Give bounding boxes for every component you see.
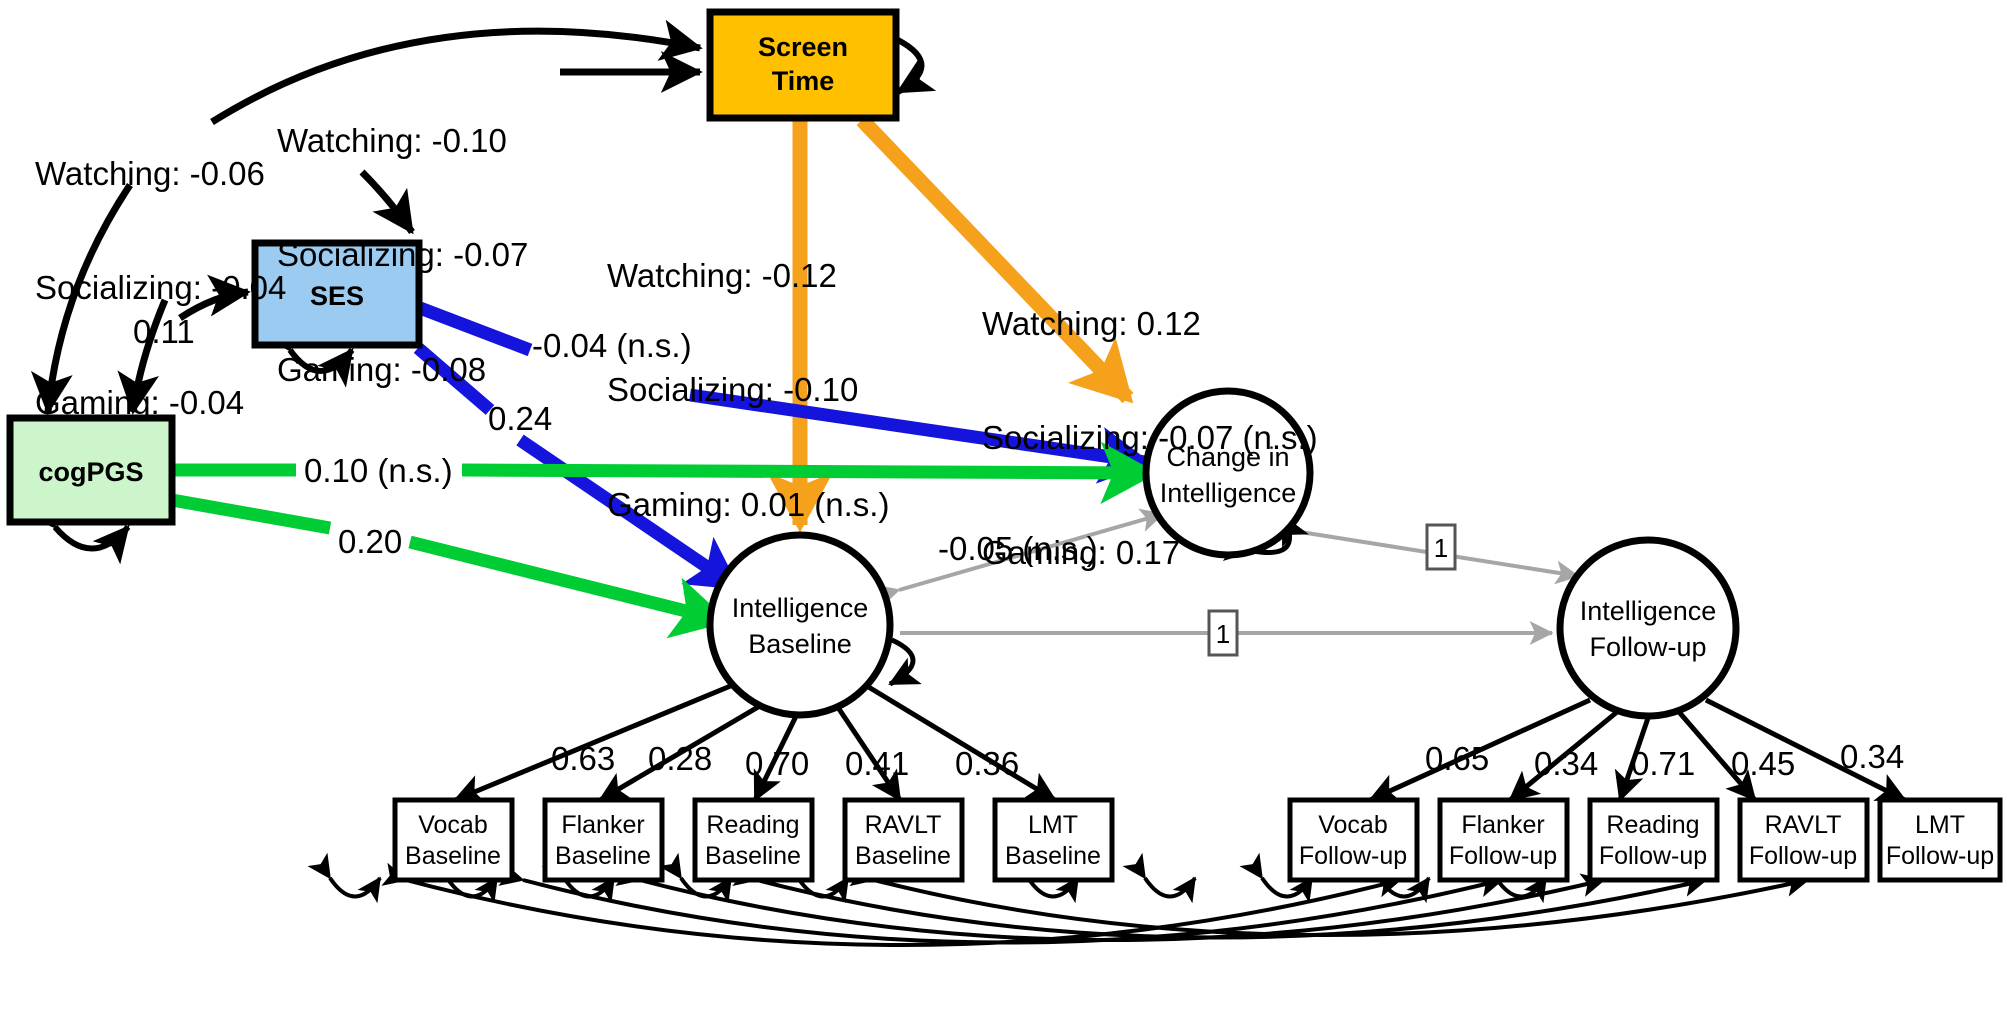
label-cogpgs-to-intelligence-baseline: 0.20	[338, 523, 403, 560]
indicator-label-line1: Reading	[706, 811, 799, 839]
indicator-label-line1: RAVLT	[1765, 811, 1842, 839]
loading-label-flanker-baseline: 0.28	[648, 740, 713, 777]
label-baseline-change-covariance: -0.05 (n.s.)	[938, 530, 1098, 567]
label-line: Watching: 0.12	[982, 304, 1201, 342]
label-ses-cogpgs-covariance: 0.11	[133, 313, 195, 350]
indicator-label-line2: Baseline	[855, 842, 951, 870]
label-line: Watching: -0.12	[607, 256, 837, 294]
label-ses-to-intelligence-baseline: 0.24	[488, 400, 553, 437]
indicator-label-line2: Baseline	[1005, 842, 1101, 870]
indicator-label-line1: Flanker	[561, 811, 644, 839]
loading-label-ravlt-followup: 0.45	[1731, 745, 1796, 782]
indicator-box-ravlt-baseline[interactable]: RAVLT Baseline	[842, 797, 965, 883]
label-line: Socializing: -0.10	[607, 371, 859, 409]
indicator-label-line1: LMT	[1028, 811, 1078, 839]
loading-label-lmt-baseline: 0.36	[955, 745, 1020, 782]
indicator-box-lmt-baseline[interactable]: LMT Baseline	[992, 797, 1115, 883]
latent-box-screen-time[interactable]: Screen Time	[706, 8, 900, 122]
intelligence-followup-label-line2: Follow-up	[1589, 632, 1706, 662]
loading-label-vocab-followup: 0.65	[1425, 740, 1490, 777]
indicator-box-ravlt-followup[interactable]: RAVLT Follow-up	[1737, 797, 1870, 883]
indicator-label-line1: Vocab	[1318, 811, 1388, 839]
indicator-label-line1: LMT	[1915, 811, 1965, 839]
indicator-label-line2: Follow-up	[1299, 842, 1407, 870]
loading-label-ravlt-baseline: 0.41	[845, 745, 910, 782]
label-line: Gaming: -0.04	[35, 384, 245, 422]
indicator-label-line2: Follow-up	[1599, 842, 1707, 870]
loading-label-reading-baseline: 0.70	[745, 745, 810, 782]
indicator-label-line1: RAVLT	[865, 811, 942, 839]
label-line: Socializing: -0.07	[277, 236, 529, 274]
fixed-loading-badge-change-to-followup: 1	[1425, 523, 1457, 571]
label-line: Watching: -0.10	[277, 121, 507, 159]
indicator-box-flanker-followup[interactable]: Flanker Follow-up	[1437, 797, 1570, 883]
indicator-label-line1: Reading	[1606, 811, 1699, 839]
indicator-box-lmt-followup[interactable]: LMT Follow-up	[1877, 797, 2003, 883]
label-cogpgs-to-screentime: Watching: -0.06 Socializing: -0.04 Gamin…	[35, 78, 286, 461]
indicator-label-line1: Vocab	[418, 811, 488, 839]
indicator-label-line2: Baseline	[555, 842, 651, 870]
label-line: Socializing: -0.04	[35, 269, 287, 307]
indicator-box-vocab-baseline[interactable]: Vocab Baseline	[392, 797, 515, 883]
indicator-label-line1: Flanker	[1461, 811, 1544, 839]
indicator-label-line2: Baseline	[705, 842, 801, 870]
indicator-box-vocab-followup[interactable]: Vocab Follow-up	[1287, 797, 1420, 883]
intelligence-baseline-label-line2: Baseline	[748, 629, 852, 659]
indicator-box-flanker-baseline[interactable]: Flanker Baseline	[542, 797, 665, 883]
fixed-loading-badge-baseline-to-followup: 1	[1207, 609, 1239, 657]
screen-time-label-line1: Screen	[758, 32, 848, 62]
loading-label-vocab-baseline: 0.63	[551, 740, 616, 777]
indicator-label-line2: Baseline	[405, 842, 501, 870]
label-cogpgs-to-change: 0.10 (n.s.)	[304, 452, 453, 489]
label-line: Gaming: -0.08	[277, 351, 487, 389]
screen-time-label-line2: Time	[772, 66, 835, 96]
intelligence-baseline-label-line1: Intelligence	[732, 593, 869, 623]
label-line: Watching: -0.06	[35, 154, 265, 192]
fixed-loading-value: 1	[1434, 533, 1448, 563]
loading-label-lmt-followup: 0.34	[1840, 738, 1905, 775]
indicator-label-line2: Follow-up	[1449, 842, 1557, 870]
indicator-label-line2: Follow-up	[1886, 842, 1994, 870]
indicator-label-line2: Follow-up	[1749, 842, 1857, 870]
loading-label-flanker-followup: 0.34	[1534, 745, 1599, 782]
cogpgs-label: cogPGS	[38, 457, 143, 487]
label-line: Socializing: -0.07 (n.s.)	[982, 419, 1318, 457]
indicator-box-reading-baseline[interactable]: Reading Baseline	[692, 797, 815, 883]
label-ses-to-screentime: Watching: -0.10 Socializing: -0.07 Gamin…	[277, 45, 528, 428]
latent-circle-intelligence-followup[interactable]: Intelligence Follow-up	[1556, 536, 1740, 720]
indicator-box-reading-followup[interactable]: Reading Follow-up	[1587, 797, 1720, 883]
sem-diagram: Screen Time SES cogPGS Intelligence Base…	[0, 0, 2007, 1012]
loading-label-reading-followup: 0.71	[1631, 745, 1696, 782]
label-screentime-to-intelligence-baseline: Watching: -0.12 Socializing: -0.10 Gamin…	[607, 180, 889, 563]
intelligence-baseline-variance-arc	[860, 614, 922, 687]
label-line: Gaming: 0.01 (n.s.)	[607, 486, 890, 524]
fixed-loading-value: 1	[1216, 619, 1230, 649]
intelligence-followup-label-line1: Intelligence	[1580, 596, 1717, 626]
residual-cross-correlations	[381, 862, 1810, 947]
label-ses-to-change: -0.04 (n.s.)	[532, 327, 692, 364]
